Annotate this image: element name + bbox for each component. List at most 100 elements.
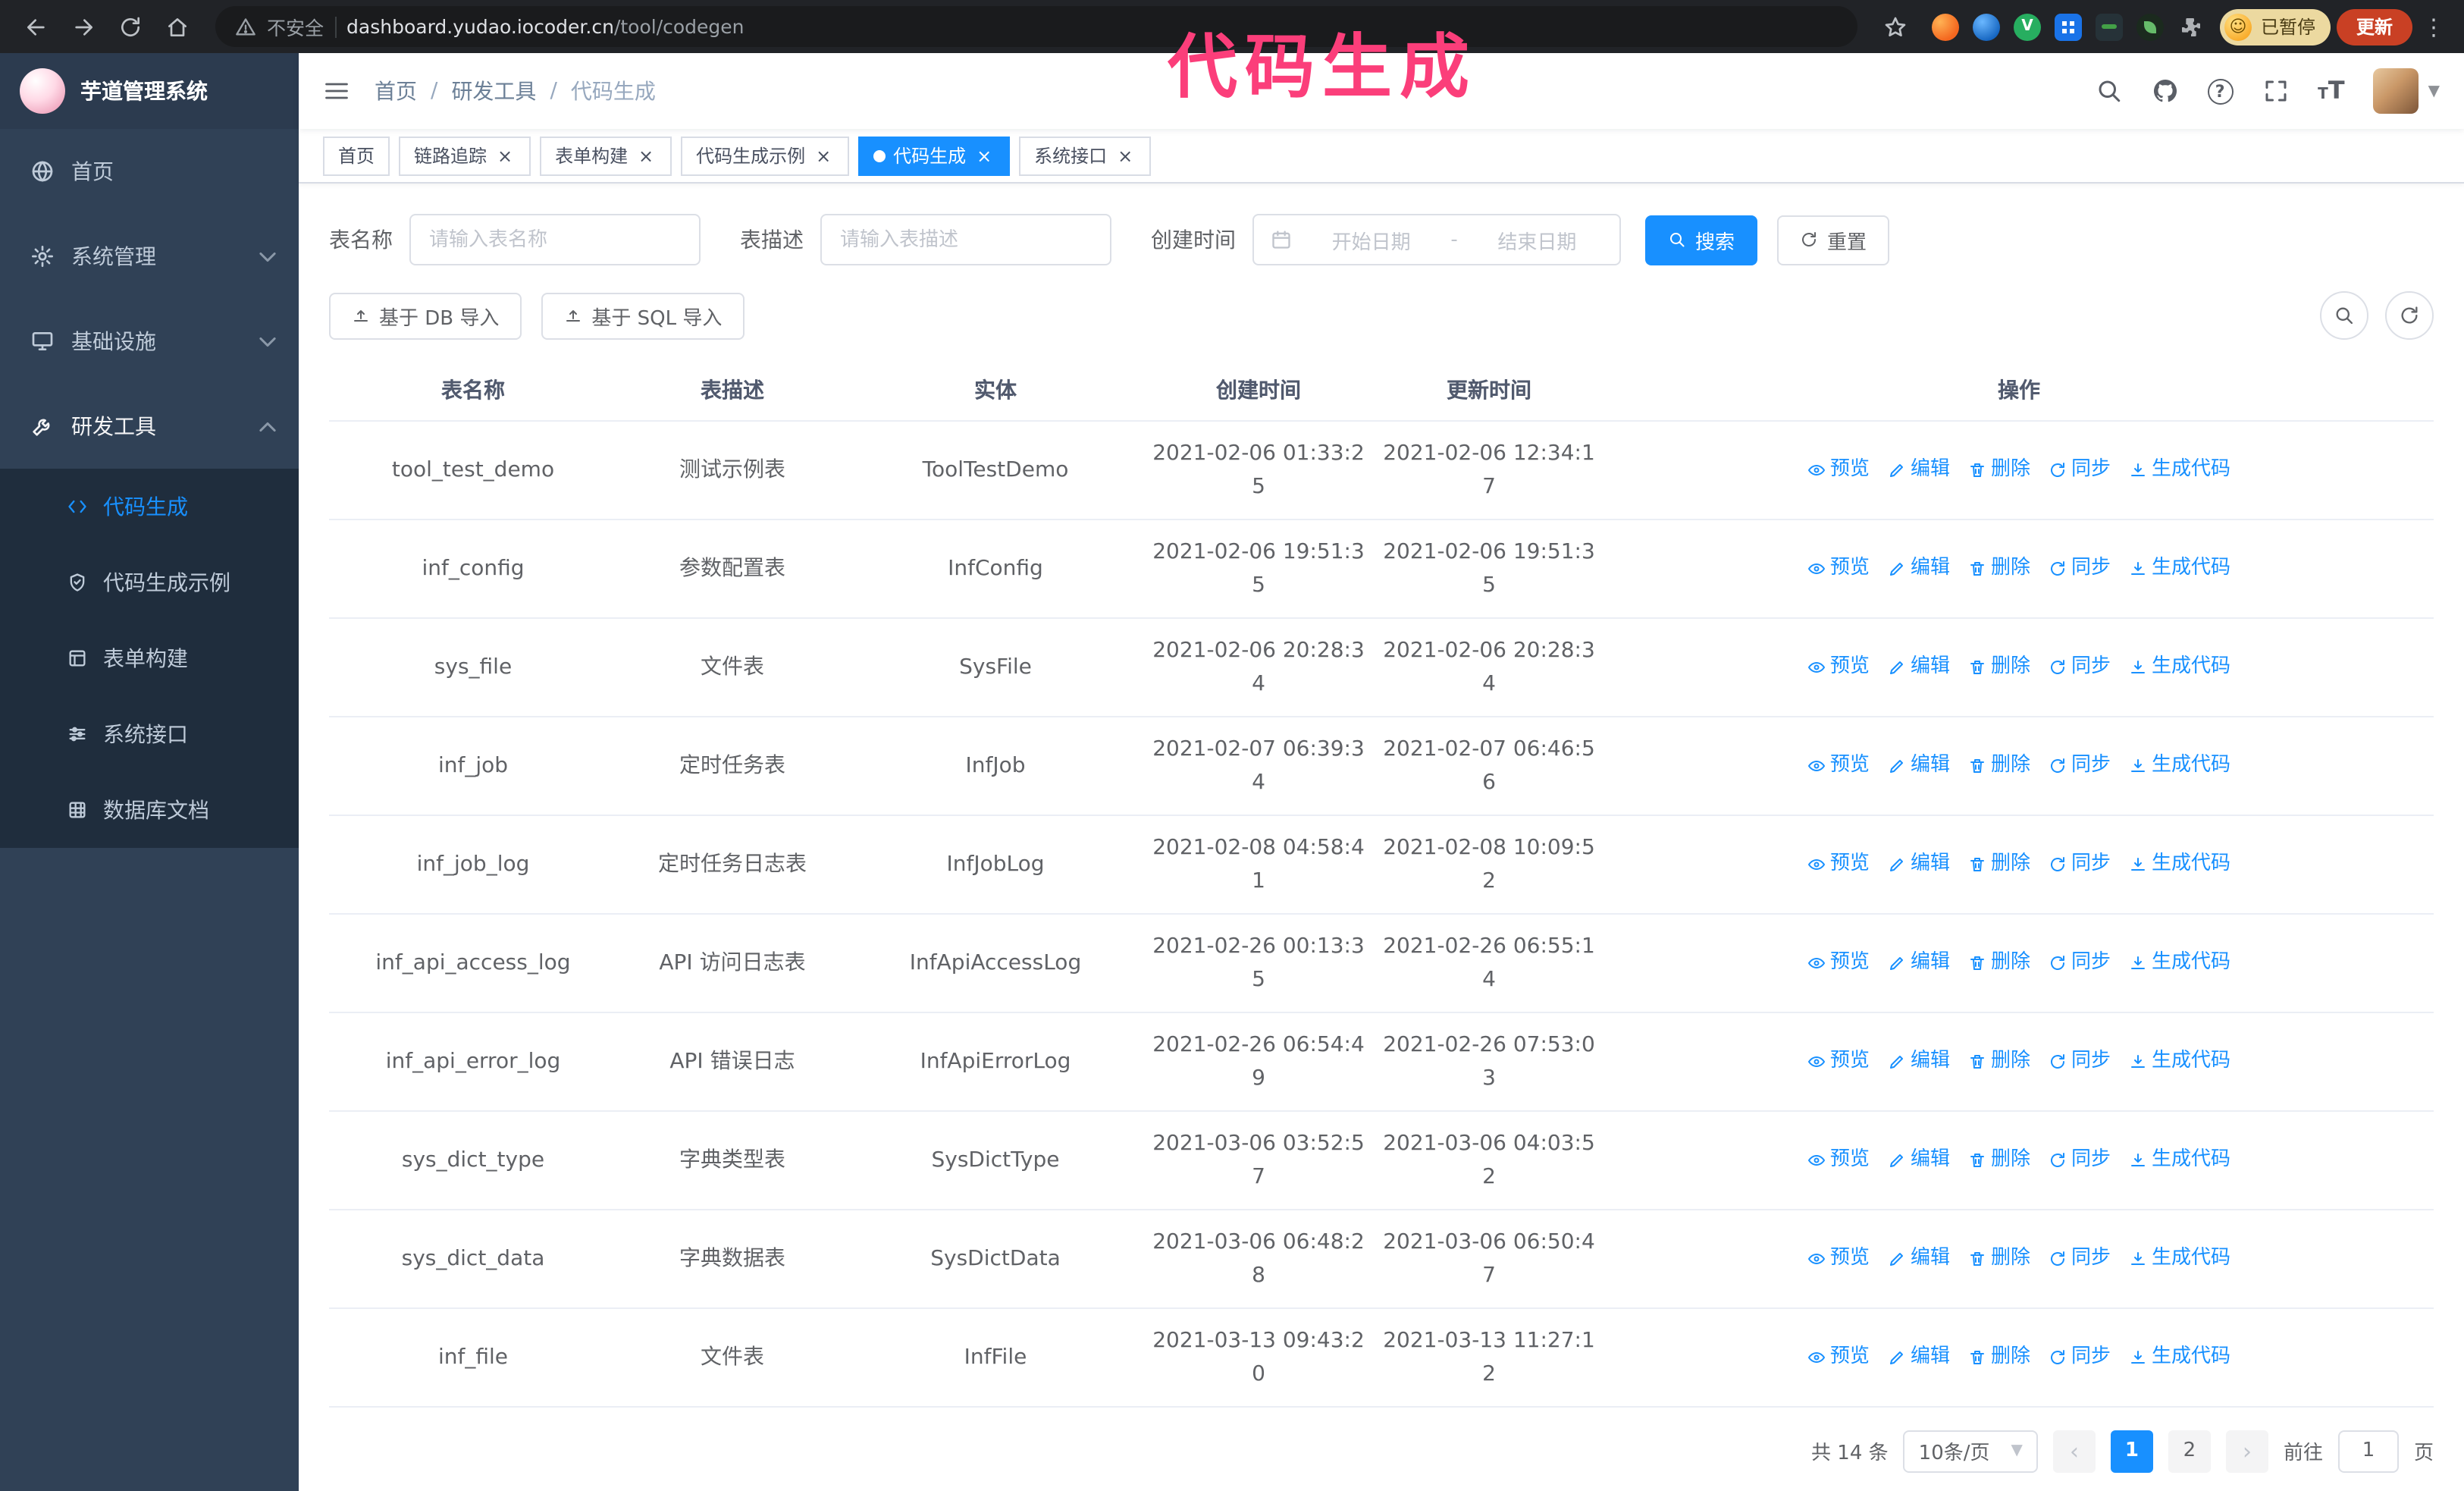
sync-link[interactable]: 同步 — [2049, 453, 2111, 486]
preview-link[interactable]: 预览 — [1807, 749, 1870, 782]
user-menu[interactable]: ▼ — [2373, 68, 2440, 114]
breadcrumb-dev-tools[interactable]: 研发工具 — [451, 76, 536, 106]
preview-link[interactable]: 预览 — [1807, 1340, 1870, 1373]
sidebar-item-system-api[interactable]: 系统接口 — [0, 696, 299, 772]
sync-link[interactable]: 同步 — [2049, 650, 2111, 683]
edit-link[interactable]: 编辑 — [1888, 1340, 1950, 1373]
tab-tracing[interactable]: 链路追踪 × — [399, 136, 531, 175]
generate-code-link[interactable]: 生成代码 — [2129, 551, 2230, 585]
delete-link[interactable]: 删除 — [1968, 749, 2030, 782]
preview-link[interactable]: 预览 — [1807, 1241, 1870, 1275]
edit-link[interactable]: 编辑 — [1888, 1241, 1950, 1275]
sidebar-item-db-doc[interactable]: 数据库文档 — [0, 772, 299, 848]
sidebar-item-codegen[interactable]: 代码生成 — [0, 469, 299, 545]
sidebar-toggle[interactable] — [323, 77, 350, 105]
close-icon[interactable]: × — [813, 145, 834, 166]
extension-drop-icon[interactable] — [1972, 13, 2000, 40]
generate-code-link[interactable]: 生成代码 — [2129, 650, 2230, 683]
extension-grid-icon[interactable] — [2054, 13, 2082, 40]
preview-link[interactable]: 预览 — [1807, 1044, 1870, 1078]
help-icon[interactable]: ? — [2207, 78, 2234, 104]
bookmark-star-icon[interactable] — [1876, 6, 1917, 47]
page-button-2[interactable]: 2 — [2168, 1430, 2211, 1472]
edit-link[interactable]: 编辑 — [1888, 1143, 1950, 1176]
sidebar-item-infra[interactable]: 基础设施 — [0, 299, 299, 384]
table-name-input[interactable] — [409, 214, 701, 265]
tab-form-builder[interactable]: 表单构建 × — [540, 136, 672, 175]
sync-link[interactable]: 同步 — [2049, 551, 2111, 585]
preview-link[interactable]: 预览 — [1807, 650, 1870, 683]
delete-link[interactable]: 删除 — [1968, 650, 2030, 683]
tab-codegen-example[interactable]: 代码生成示例 × — [681, 136, 850, 175]
refresh-table-button[interactable] — [2385, 291, 2434, 340]
generate-code-link[interactable]: 生成代码 — [2129, 749, 2230, 782]
close-icon[interactable]: × — [1114, 145, 1136, 166]
preview-link[interactable]: 预览 — [1807, 453, 1870, 486]
sync-link[interactable]: 同步 — [2049, 749, 2111, 782]
generate-code-link[interactable]: 生成代码 — [2129, 1044, 2230, 1078]
generate-code-link[interactable]: 生成代码 — [2129, 847, 2230, 880]
sidebar-item-form-builder[interactable]: 表单构建 — [0, 620, 299, 696]
import-sql-button[interactable]: 基于 SQL 导入 — [541, 292, 745, 339]
extension-fox-icon[interactable] — [1931, 13, 1959, 40]
edit-link[interactable]: 编辑 — [1888, 453, 1950, 486]
forward-button[interactable] — [62, 6, 103, 47]
font-size-icon[interactable]: TT — [2318, 78, 2345, 103]
preview-link[interactable]: 预览 — [1807, 847, 1870, 880]
goto-page-input[interactable] — [2337, 1430, 2399, 1472]
delete-link[interactable]: 删除 — [1968, 1044, 2030, 1078]
preview-link[interactable]: 预览 — [1807, 1143, 1870, 1176]
sync-link[interactable]: 同步 — [2049, 1143, 2111, 1176]
close-icon[interactable]: × — [635, 145, 657, 166]
profile-badge[interactable]: ☺ 已暂停 — [2219, 8, 2331, 45]
table-desc-input[interactable] — [820, 214, 1111, 265]
home-button[interactable] — [156, 6, 197, 47]
sync-link[interactable]: 同步 — [2049, 847, 2111, 880]
sync-link[interactable]: 同步 — [2049, 1241, 2111, 1275]
page-size-select[interactable]: 10条/页 ▼ — [1903, 1430, 2038, 1472]
reload-button[interactable] — [109, 6, 150, 47]
page-button-1[interactable]: 1 — [2110, 1430, 2153, 1472]
fullscreen-icon[interactable] — [2262, 77, 2289, 105]
delete-link[interactable]: 删除 — [1968, 1241, 2030, 1275]
create-time-range-picker[interactable]: 开始日期 - 结束日期 — [1252, 214, 1621, 265]
extension-dark-icon[interactable] — [2095, 13, 2123, 40]
preview-link[interactable]: 预览 — [1807, 946, 1870, 979]
next-page-button[interactable]: › — [2225, 1430, 2268, 1472]
app-logo[interactable]: 芋道管理系统 — [0, 53, 299, 129]
edit-link[interactable]: 编辑 — [1888, 749, 1950, 782]
sync-link[interactable]: 同步 — [2049, 946, 2111, 979]
search-button[interactable]: 搜索 — [1645, 215, 1758, 265]
sidebar-item-codegen-example[interactable]: 代码生成示例 — [0, 545, 299, 620]
toggle-search-button[interactable] — [2320, 291, 2368, 340]
tab-codegen[interactable]: 代码生成 × — [858, 136, 1011, 175]
sync-link[interactable]: 同步 — [2049, 1044, 2111, 1078]
reset-button[interactable]: 重置 — [1777, 215, 1890, 265]
tab-home[interactable]: 首页 — [323, 136, 390, 175]
delete-link[interactable]: 删除 — [1968, 453, 2030, 486]
menu-kebab-icon[interactable]: ⋮ — [2419, 13, 2449, 40]
delete-link[interactable]: 删除 — [1968, 847, 2030, 880]
import-db-button[interactable]: 基于 DB 导入 — [329, 292, 522, 339]
generate-code-link[interactable]: 生成代码 — [2129, 1143, 2230, 1176]
generate-code-link[interactable]: 生成代码 — [2129, 453, 2230, 486]
edit-link[interactable]: 编辑 — [1888, 847, 1950, 880]
sidebar-item-system[interactable]: 系统管理 — [0, 214, 299, 299]
generate-code-link[interactable]: 生成代码 — [2129, 1241, 2230, 1275]
close-icon[interactable]: × — [494, 145, 516, 166]
breadcrumb-home[interactable]: 首页 — [375, 76, 417, 106]
back-button[interactable] — [15, 6, 56, 47]
delete-link[interactable]: 删除 — [1968, 551, 2030, 585]
tab-system-api[interactable]: 系统接口 × — [1019, 136, 1152, 175]
edit-link[interactable]: 编辑 — [1888, 650, 1950, 683]
update-button[interactable]: 更新 — [2336, 8, 2412, 45]
preview-link[interactable]: 预览 — [1807, 551, 1870, 585]
delete-link[interactable]: 删除 — [1968, 1143, 2030, 1176]
extension-leaf-icon[interactable] — [2136, 13, 2164, 40]
header-search-icon[interactable] — [2095, 77, 2122, 105]
edit-link[interactable]: 编辑 — [1888, 946, 1950, 979]
edit-link[interactable]: 编辑 — [1888, 1044, 1950, 1078]
prev-page-button[interactable]: ‹ — [2052, 1430, 2096, 1472]
extensions-puzzle-icon[interactable] — [2177, 13, 2205, 40]
delete-link[interactable]: 删除 — [1968, 946, 2030, 979]
